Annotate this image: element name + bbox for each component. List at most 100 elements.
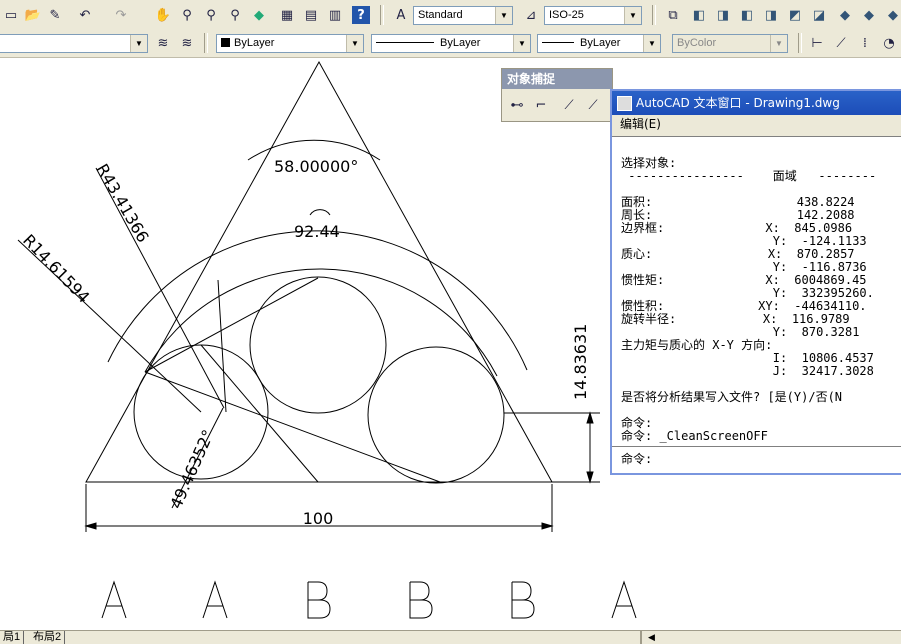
object-snap-toolbar[interactable]: 对象捕捉 ⊷ ⌐ ⟋ ⟋ [501,68,613,122]
view-front-icon[interactable]: ◩ [786,6,804,24]
history-line: J: 32417.3028 [621,364,874,378]
text-window-title[interactable]: AutoCAD 文本窗口 - Drawing1.dwg [612,91,901,115]
chevron-down-icon: ▼ [495,7,512,24]
sheet-set-icon[interactable]: ▥ [326,6,344,24]
app-icon [617,96,632,111]
text-window[interactable]: AutoCAD 文本窗口 - Drawing1.dwg 编辑(E) 选择对象: … [610,89,901,475]
text-window-history: 选择对象: ---------------- 面域 -------- 面积: 4… [612,136,901,448]
undo-icon[interactable]: ↶ [76,6,94,24]
lineweight-preview [542,42,574,43]
outer-arc [144,268,498,377]
standard-toolbar: ▭ 📂 ✎ ↶ ↷ ✋ ⚲ ⚲ ⚲ ◆ ▦ ▤ ▥ ? A Standard ▼ … [0,0,901,31]
osnap-buttons: ⊷ ⌐ ⟋ ⟋ [502,89,612,121]
dim-height-label: 14.83631 [571,324,590,400]
tangent-line-3 [200,344,319,483]
tangent-line-4 [217,279,227,413]
dim-style-select[interactable]: ISO-25 ▼ [544,6,642,25]
command-line[interactable]: 命令: [612,446,901,473]
lineweight-select[interactable]: ByLayer ▼ [537,34,661,53]
chevron-down-icon: ▼ [513,35,530,52]
dim-arc-length-label: 92.44 [294,222,340,241]
dim-arc-92 [107,230,528,371]
view-bottom-icon[interactable]: ◨ [714,6,732,24]
dim-style-value: ISO-25 [549,9,584,21]
named-views-icon[interactable]: ⧉ [664,6,682,24]
scroll-left-icon[interactable]: ◀ [648,631,655,644]
pan-icon[interactable]: ✋ [154,6,172,24]
snap-endpoint-icon[interactable]: ⟋ [560,96,578,114]
triangle-shape [85,60,553,483]
tangent-line-1 [144,277,319,373]
dim-radius-large-label: R43.41366 [93,161,153,246]
zoom-window-icon[interactable]: ⚲ [202,6,220,24]
ordinate-dim-icon[interactable]: ⁞ [856,34,874,52]
snap-from-icon[interactable]: ⌐ [532,96,550,114]
pencil-icon[interactable]: ✎ [46,6,64,24]
tab-layout1[interactable]: 局1 [0,631,25,644]
dim-base-label: 100 [303,509,334,528]
linear-dim-icon[interactable]: ⊢ [808,34,826,52]
dim-angle-top-label: 58.00000° [274,157,358,176]
chevron-down-icon: ▼ [624,7,641,24]
snap-midpoint-icon[interactable]: ⟋ [584,96,602,114]
history-line: ---------------- 面域 -------- [621,169,877,183]
chevron-down-icon: ▼ [643,35,660,52]
design-center-icon[interactable]: ▦ [278,6,296,24]
lineweight-value: ByLayer [580,37,621,49]
layout-tabs-bar: 局1 布局2 ◀ [0,630,901,644]
view-top-icon[interactable]: ◧ [690,6,708,24]
top-circle [249,276,387,414]
layer-previous-icon[interactable]: ≋ [154,34,172,52]
new-icon[interactable]: ▭ [2,6,20,24]
zoom-realtime-icon[interactable]: ⚲ [178,6,196,24]
zoom-previous-icon[interactable]: ⚲ [226,6,244,24]
help-icon[interactable]: ? [352,6,370,24]
dim-angle-bottom-label: 49.46352° [166,427,218,512]
toolbar-separator [652,5,656,25]
layer-select[interactable]: ▼ [0,34,148,53]
osnap-title[interactable]: 对象捕捉 [502,69,612,89]
menu-edit[interactable]: 编辑(E) [620,117,661,131]
iso-se-icon[interactable]: ◆ [860,6,878,24]
command-prompt: 命令: [621,452,653,466]
text-style-value: Standard [418,9,463,21]
text-window-title-text: AutoCAD 文本窗口 - Drawing1.dwg [636,96,840,110]
chevron-down-icon: ▼ [130,35,147,52]
scrollbar-splitter[interactable] [640,631,642,644]
chevron-down-icon: ▼ [770,35,787,52]
toolbar-separator [798,33,802,53]
toolbar-separator [380,5,384,25]
redo-icon[interactable]: ↷ [112,6,130,24]
text-window-menu: 编辑(E) [612,115,901,133]
history-line: 命令: _CleanScreenOFF [621,429,768,443]
plotstyle-select[interactable]: ByColor ▼ [672,34,788,53]
tab-layout2[interactable]: 布局2 [30,631,66,644]
letter-glyphs [101,580,637,619]
linetype-preview [376,42,434,43]
plotstyle-value: ByColor [677,37,717,49]
dim-style-icon[interactable]: ⊿ [522,6,540,24]
iso-sw-icon[interactable]: ◆ [836,6,854,24]
aligned-dim-icon[interactable]: ⟋ [832,34,850,52]
radius-dim-icon[interactable]: ◔ [880,34,898,52]
text-style-select[interactable]: Standard ▼ [413,6,513,25]
linetype-value: ByLayer [440,37,481,49]
view-left-icon[interactable]: ◧ [738,6,756,24]
chevron-down-icon: ▼ [346,35,363,52]
layers-properties-toolbar: ▼ ≋ ≋ ByLayer ▼ ByLayer ▼ ByLayer ▼ ByColor… [0,30,901,58]
text-style-icon[interactable]: A [392,6,410,24]
open-icon[interactable]: 📂 [24,6,42,24]
view-right-icon[interactable]: ◨ [762,6,780,24]
dim-radius-small-label: R14.61594 [19,231,93,307]
tool-palette-icon[interactable]: ▤ [302,6,320,24]
properties-icon[interactable]: ◆ [250,6,268,24]
color-swatch [221,38,230,47]
color-select[interactable]: ByLayer ▼ [216,34,364,53]
toolbar-separator [204,33,208,53]
layer-states-icon[interactable]: ≋ [178,34,196,52]
view-back-icon[interactable]: ◪ [810,6,828,24]
temp-track-icon[interactable]: ⊷ [508,96,526,114]
color-value: ByLayer [234,37,275,49]
iso-ne-icon[interactable]: ◆ [884,6,901,24]
linetype-select[interactable]: ByLayer ▼ [371,34,531,53]
